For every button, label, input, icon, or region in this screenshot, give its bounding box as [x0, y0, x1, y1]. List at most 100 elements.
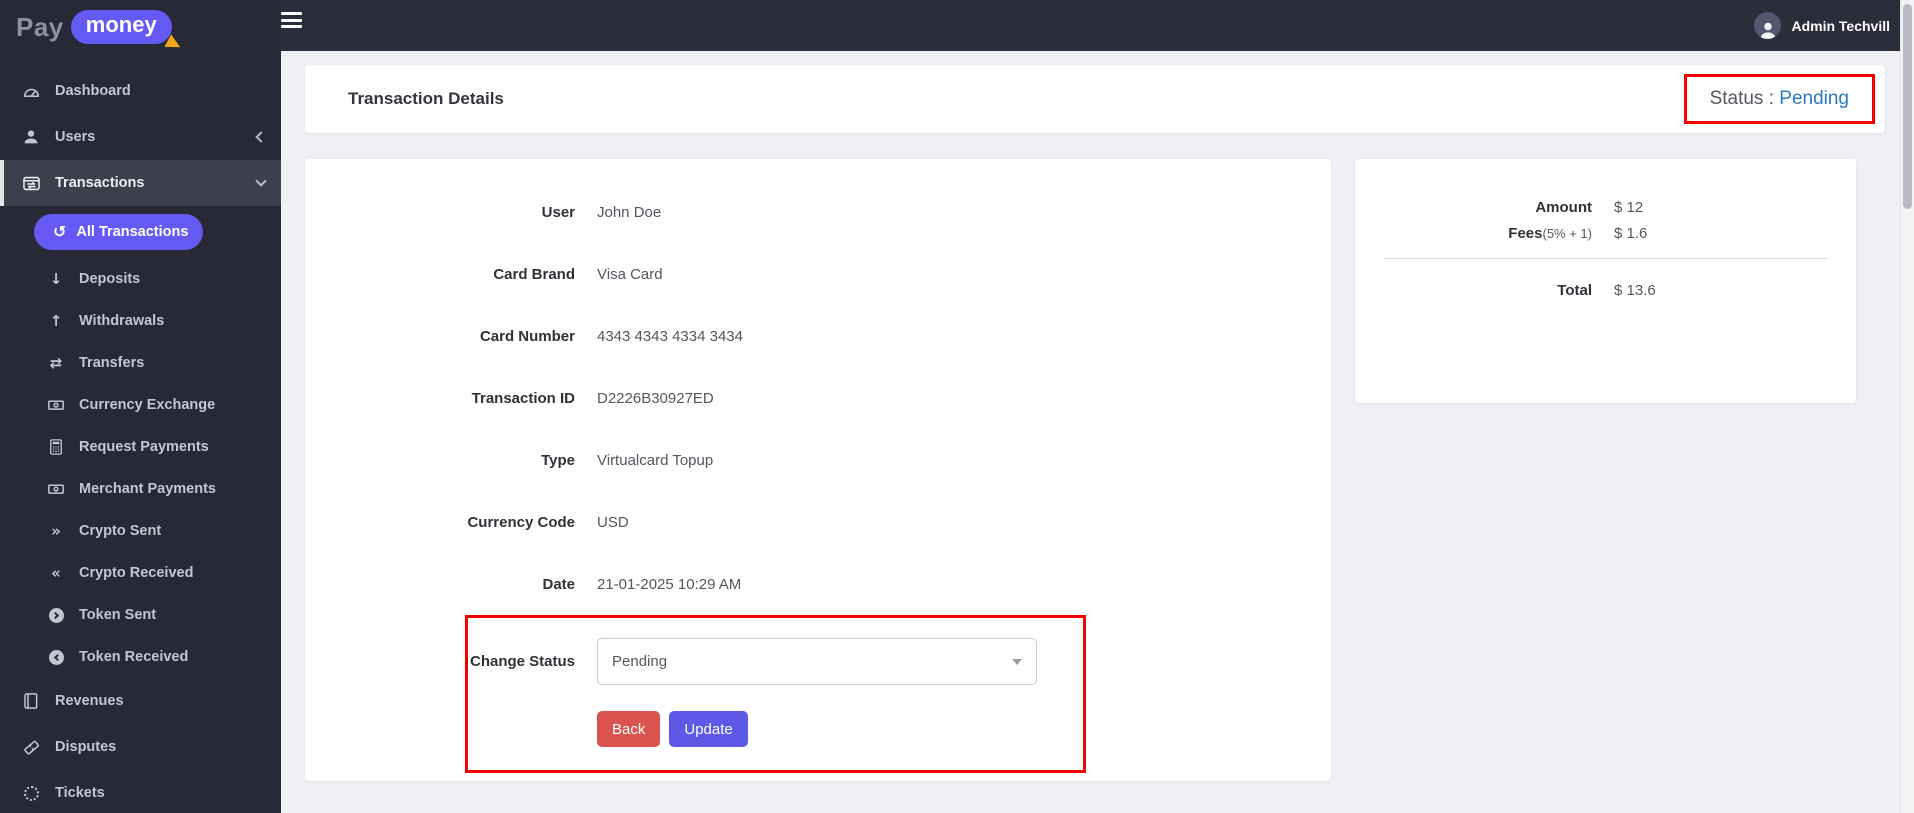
sidebar-item-label: Disputes	[55, 739, 117, 755]
page-scrollbar[interactable]	[1900, 0, 1914, 813]
page-header-card: Transaction Details Status : Pending	[305, 65, 1885, 133]
detail-row: Transaction ID D2226B30927ED	[305, 367, 1331, 429]
brand-money-pill: money	[70, 10, 184, 54]
status-badge: Status : Pending	[1683, 74, 1875, 124]
banknote-icon	[46, 396, 66, 414]
detail-label: Date	[542, 575, 575, 593]
sidebar-item-withdrawals[interactable]: ↑ Withdrawals	[0, 300, 281, 342]
book-icon	[18, 692, 44, 710]
scrollbar-thumb[interactable]	[1903, 4, 1912, 209]
sidebar-item-label: Currency Exchange	[79, 397, 216, 413]
admin-name: Admin Techvill	[1791, 17, 1890, 34]
brand-money-text: money	[85, 12, 157, 37]
arrow-up-icon: ↑	[49, 311, 63, 330]
detail-label: Type	[541, 451, 575, 469]
fees-label: Fees(5% + 1)	[1508, 225, 1593, 242]
status-select-wrap: Pending	[597, 638, 1037, 685]
sidebar-item-label: Deposits	[79, 271, 141, 287]
summary-divider	[1383, 258, 1828, 259]
sidebar-nav: Dashboard Users Transactions ↺ All Trans…	[0, 54, 281, 813]
detail-label: Card Number	[479, 327, 575, 345]
detail-label: User	[541, 203, 575, 221]
sidebar-item-label: Token Received	[79, 649, 189, 665]
detail-row: Card Number 4343 4343 4334 3434	[305, 305, 1331, 367]
sidebar-item-crypto-received[interactable]: « Crypto Received	[0, 552, 281, 594]
detail-value: 21-01-2025 10:29 AM	[597, 575, 742, 593]
total-value: $ 13.6	[1614, 282, 1656, 299]
sidebar-item-label: Tickets	[55, 785, 105, 801]
gauge-icon	[18, 82, 44, 101]
sidebar-item-label: Revenues	[55, 693, 124, 709]
amount-summary-card: Amount $ 12 Fees(5% + 1) $ 1.6 Total $ 1…	[1355, 159, 1856, 403]
detail-row: Date 21-01-2025 10:29 AM	[305, 553, 1331, 615]
back-button[interactable]: Back	[597, 711, 661, 747]
brand-logo[interactable]: Pay money	[0, 0, 281, 54]
sidebar: Pay money Dashboard Users Transactions ↺…	[0, 0, 281, 813]
sidebar-item-label: Users	[55, 129, 96, 145]
fees-note: (5% + 1)	[1542, 226, 1593, 241]
brand-pay-text: Pay	[16, 11, 64, 42]
detail-value: D2226B30927ED	[597, 389, 714, 407]
admin-menu[interactable]: Admin Techvill	[1754, 0, 1890, 51]
total-row: Total $ 13.6	[1383, 282, 1828, 299]
sidebar-item-label: Request Payments	[79, 439, 209, 455]
user-icon	[18, 128, 44, 146]
detail-value: USD	[597, 513, 629, 531]
sidebar-item-tickets[interactable]: Tickets	[0, 770, 281, 813]
detail-row: Type Virtualcard Topup	[305, 429, 1331, 491]
topbar: Admin Techvill	[281, 0, 1914, 51]
circle-arrow-right-icon	[46, 607, 66, 623]
sidebar-item-dashboard[interactable]: Dashboard	[0, 68, 281, 114]
sidebar-item-crypto-sent[interactable]: » Crypto Sent	[0, 510, 281, 552]
sidebar-item-transfers[interactable]: ⇄ Transfers	[0, 342, 281, 384]
transaction-details-card: User John Doe Card Brand Visa Card Card …	[305, 159, 1331, 781]
sidebar-item-token-received[interactable]: Token Received	[0, 636, 281, 678]
detail-label: Currency Code	[467, 513, 575, 531]
sidebar-item-label: Transactions	[55, 175, 145, 191]
sidebar-item-users[interactable]: Users	[0, 114, 281, 160]
sidebar-item-label: All Transactions	[76, 224, 189, 240]
banknote-icon	[46, 480, 66, 498]
sidebar-item-merchant-payments[interactable]: Merchant Payments	[0, 468, 281, 510]
amount-value: $ 12	[1614, 199, 1644, 216]
hamburger-menu-icon[interactable]	[281, 12, 302, 32]
sidebar-item-label: Token Sent	[79, 607, 157, 623]
sidebar-item-all-transactions[interactable]: ↺ All Transactions	[34, 214, 203, 250]
fees-value: $ 1.6	[1614, 225, 1648, 242]
status-label: Status :	[1709, 88, 1774, 109]
avatar	[1754, 12, 1782, 39]
detail-value: 4343 4343 4334 3434	[597, 327, 743, 345]
detail-row: Currency Code USD	[305, 491, 1331, 553]
update-button[interactable]: Update	[669, 711, 748, 747]
history-icon: ↺	[53, 222, 67, 241]
sidebar-item-token-sent[interactable]: Token Sent	[0, 594, 281, 636]
sidebar-item-label: Dashboard	[55, 83, 131, 99]
chevron-left-icon	[255, 131, 267, 143]
detail-label: Card Brand	[493, 265, 575, 283]
sidebar-item-deposits[interactable]: ↓ Deposits	[0, 258, 281, 300]
arrow-down-icon: ↓	[49, 269, 63, 288]
transactions-icon	[18, 174, 44, 193]
page-title: Transaction Details	[348, 89, 504, 108]
sidebar-item-transactions[interactable]: Transactions	[0, 160, 281, 206]
fees-row: Fees(5% + 1) $ 1.6	[1383, 225, 1828, 242]
status-select[interactable]: Pending	[597, 638, 1037, 685]
sidebar-item-disputes[interactable]: Disputes	[0, 724, 281, 770]
detail-value: John Doe	[597, 203, 662, 221]
detail-value: Virtualcard Topup	[597, 451, 714, 469]
sidebar-item-revenues[interactable]: Revenues	[0, 678, 281, 724]
circle-arrow-left-icon	[46, 649, 66, 665]
dotted-circle-icon	[18, 785, 44, 801]
detail-label: Transaction ID	[471, 389, 575, 407]
calculator-icon	[46, 438, 66, 456]
cursor-icon	[164, 34, 184, 54]
amount-row: Amount $ 12	[1383, 199, 1828, 216]
double-chevron-left-icon: «	[51, 563, 61, 582]
total-label: Total	[1557, 282, 1592, 299]
sidebar-item-request-payments[interactable]: Request Payments	[0, 426, 281, 468]
detail-value: Visa Card	[597, 265, 663, 283]
status-value: Pending	[1779, 88, 1849, 109]
sidebar-item-label: Transfers	[79, 355, 145, 371]
detail-row: User John Doe	[305, 181, 1331, 243]
sidebar-item-currency-exchange[interactable]: Currency Exchange	[0, 384, 281, 426]
